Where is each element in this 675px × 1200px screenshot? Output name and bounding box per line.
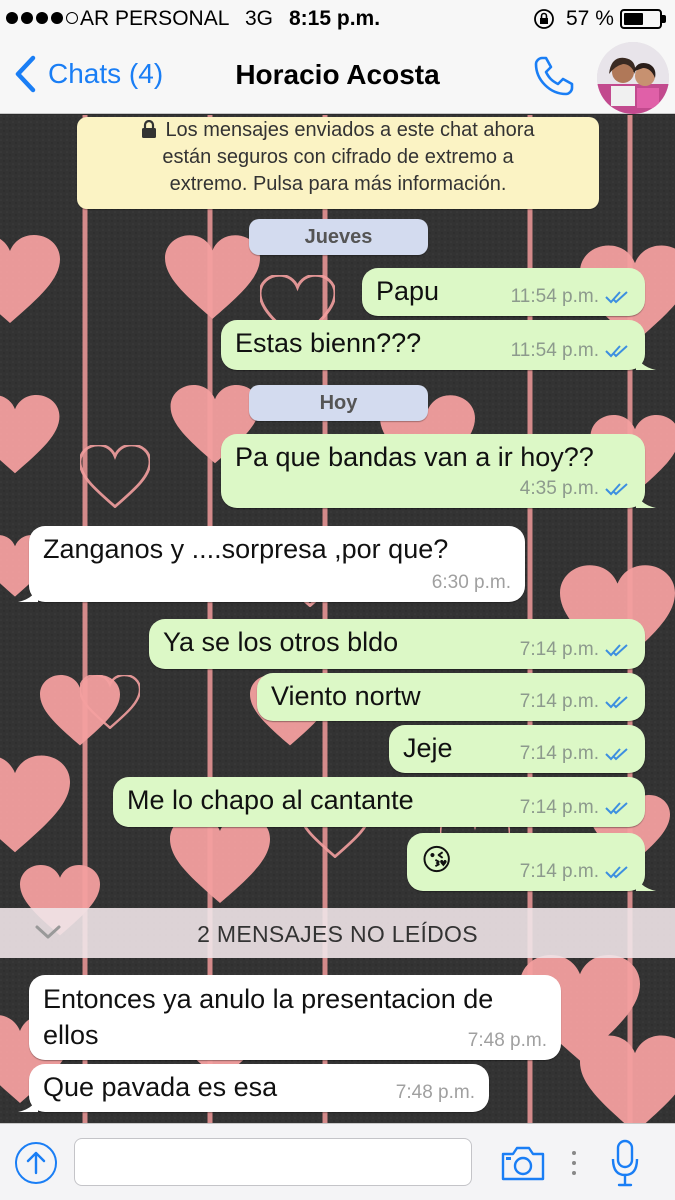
back-button[interactable]: Chats (4) bbox=[12, 54, 163, 94]
message-input[interactable] bbox=[74, 1138, 472, 1186]
bubble-tail bbox=[18, 584, 38, 602]
orientation-lock-icon bbox=[534, 9, 554, 29]
chat-area[interactable]: Los mensajes enviados a este chat ahora … bbox=[0, 115, 675, 1123]
unread-label: 2 MENSAJES NO LEÍDOS bbox=[197, 921, 478, 947]
network-type: 3G bbox=[245, 7, 274, 30]
battery-icon bbox=[620, 9, 666, 29]
message-bubble[interactable]: Me lo chapo al cantante 7:14 p.m. bbox=[113, 777, 645, 827]
date-separator: Jueves bbox=[249, 219, 428, 255]
nav-bar: Chats (4) Horacio Acosta bbox=[0, 38, 675, 114]
message-text: Jeje bbox=[403, 733, 453, 763]
message-text: Que pavada es esa bbox=[43, 1072, 278, 1102]
message-text: Me lo chapo al cantante bbox=[127, 785, 414, 815]
read-ticks-icon bbox=[605, 483, 628, 496]
upload-icon[interactable] bbox=[14, 1141, 58, 1185]
lock-icon bbox=[142, 120, 157, 138]
message-time: 11:54 p.m. bbox=[510, 286, 599, 307]
message-text: Zanganos y ....sorpresa ,por que? bbox=[43, 534, 449, 564]
read-ticks-icon bbox=[605, 802, 628, 815]
read-ticks-icon bbox=[605, 748, 628, 761]
carrier-name: AR PERSONAL bbox=[80, 7, 230, 30]
kiss-emoji-icon: 😘 bbox=[421, 844, 453, 877]
read-ticks-icon bbox=[605, 345, 628, 358]
bubble-tail bbox=[636, 352, 656, 370]
encryption-line-2: están seguros con cifrado de extremo a bbox=[162, 146, 514, 168]
message-bubble[interactable]: Jeje 7:14 p.m. bbox=[389, 725, 645, 773]
chevron-left-icon bbox=[15, 55, 36, 93]
message-time: 7:48 p.m. bbox=[395, 1082, 475, 1103]
encryption-line-1: Los mensajes enviados a este chat ahora bbox=[77, 117, 599, 144]
message-time: 7:48 p.m. bbox=[467, 1030, 547, 1051]
avatar[interactable] bbox=[597, 42, 669, 114]
phone-icon[interactable] bbox=[530, 52, 578, 100]
input-bar bbox=[0, 1123, 675, 1200]
message-text: Pa que bandas van a ir hoy?? bbox=[235, 442, 594, 472]
status-bar: AR PERSONAL 3G 8:15 p.m. 57 % bbox=[0, 0, 675, 38]
bubble-tail bbox=[636, 490, 656, 508]
microphone-icon[interactable] bbox=[610, 1139, 640, 1187]
message-bubble[interactable]: Pa que bandas van a ir hoy?? 4:35 p.m. bbox=[221, 434, 656, 508]
more-icon[interactable] bbox=[569, 1148, 579, 1178]
message-time: 11:54 p.m. bbox=[510, 340, 599, 361]
message-bubble[interactable]: Zanganos y ....sorpresa ,por que? 6:30 p… bbox=[18, 526, 525, 602]
read-ticks-icon bbox=[605, 696, 628, 709]
message-time: 7:14 p.m. bbox=[519, 743, 599, 764]
message-time: 7:14 p.m. bbox=[519, 639, 599, 660]
message-bubble[interactable]: Papu 11:54 p.m. bbox=[362, 268, 645, 316]
message-time: 7:14 p.m. bbox=[519, 797, 599, 818]
message-bubble[interactable]: Que pavada es esa 7:48 p.m. bbox=[18, 1064, 489, 1112]
bubble-tail bbox=[636, 873, 656, 891]
message-bubble[interactable]: Ya se los otros bldo 7:14 p.m. bbox=[149, 619, 645, 669]
message-text: Estas bienn??? bbox=[235, 328, 422, 358]
unread-messages-banner: 2 MENSAJES NO LEÍDOS bbox=[0, 908, 675, 958]
message-bubble[interactable]: Viento nortw 7:14 p.m. bbox=[257, 673, 645, 721]
message-text: Viento nortw bbox=[271, 681, 421, 711]
read-ticks-icon bbox=[605, 291, 628, 304]
read-ticks-icon bbox=[605, 866, 628, 879]
message-time: 7:14 p.m. bbox=[519, 861, 599, 882]
back-label: Chats (4) bbox=[48, 58, 164, 89]
bubble-tail bbox=[18, 1094, 38, 1112]
encryption-notice[interactable]: Los mensajes enviados a este chat ahora … bbox=[77, 117, 599, 209]
status-time: 8:15 p.m. bbox=[289, 7, 381, 30]
message-bubble[interactable]: Entonces ya anulo la presentacion de ell… bbox=[29, 975, 561, 1060]
encryption-line-3: extremo. Pulsa para más información. bbox=[169, 173, 507, 195]
message-text: Ya se los otros bldo bbox=[163, 627, 399, 657]
battery-percent: 57 % bbox=[566, 7, 614, 30]
message-bubble[interactable]: 😘 7:14 p.m. bbox=[407, 833, 656, 891]
message-bubble[interactable]: Estas bienn??? 11:54 p.m. bbox=[221, 320, 656, 370]
message-text: Papu bbox=[376, 276, 440, 306]
camera-icon[interactable] bbox=[500, 1144, 546, 1182]
signal-dots-icon bbox=[6, 12, 78, 24]
message-time: 4:35 p.m. bbox=[519, 478, 599, 499]
date-separator: Hoy bbox=[249, 385, 428, 421]
message-time: 6:30 p.m. bbox=[431, 572, 511, 593]
message-time: 7:14 p.m. bbox=[519, 691, 599, 712]
read-ticks-icon bbox=[605, 644, 628, 657]
